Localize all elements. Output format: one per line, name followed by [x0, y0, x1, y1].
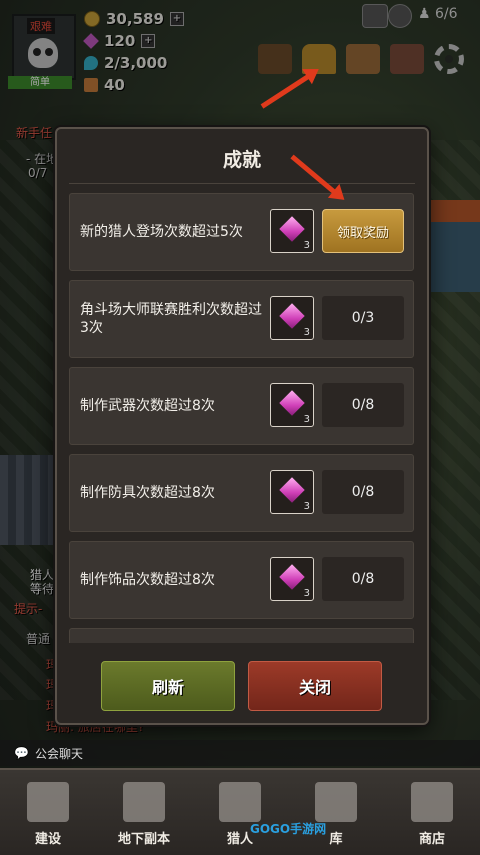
achievement-row: 制作饰品次数超过8次 3 0/8 — [69, 541, 414, 619]
gem-icon — [279, 216, 305, 242]
hunter-icon — [219, 782, 261, 822]
gem-icon — [279, 303, 305, 329]
warehouse-icon — [315, 782, 357, 822]
achievement-row-partial — [69, 628, 414, 643]
shop-icon — [411, 782, 453, 822]
achievement-label: 制作饰品次数超过8次 — [80, 572, 215, 588]
achievement-label: 制作防具次数超过8次 — [80, 485, 215, 501]
guild-chat-bar[interactable]: 💬 公会聊天 — [0, 740, 480, 766]
reward-slot[interactable]: 3 — [270, 296, 314, 340]
reward-slot[interactable]: 3 — [270, 209, 314, 253]
achievement-label: 角斗场大师联赛胜利次数超过3次 — [80, 302, 262, 336]
achievement-progress: 0/8 — [322, 470, 404, 514]
achievement-row: 制作武器次数超过8次 3 0/8 — [69, 367, 414, 445]
guild-chat-label: 公会聊天 — [34, 746, 83, 761]
watermark: GOGO手游网 — [250, 822, 327, 836]
dialog-title: 成就 — [222, 149, 261, 171]
nav-warehouse[interactable]: 库 — [288, 770, 384, 855]
gem-icon — [279, 564, 305, 590]
achievement-label: 新的猎人登场次数超过5次 — [80, 224, 243, 240]
achievement-row: 角斗场大师联赛胜利次数超过3次 3 0/3 — [69, 280, 414, 358]
nav-hunters[interactable]: 猎人 — [192, 770, 288, 855]
reward-slot[interactable]: 3 — [270, 383, 314, 427]
gem-icon — [279, 477, 305, 503]
dungeon-gate-icon — [123, 782, 165, 822]
close-button[interactable]: 关闭 — [248, 661, 382, 711]
achievement-label: 制作武器次数超过8次 — [80, 398, 215, 414]
achievement-row: 制作防具次数超过8次 3 0/8 — [69, 454, 414, 532]
chat-bubble-icon: 💬 — [14, 746, 29, 760]
gem-icon — [279, 390, 305, 416]
bottom-nav: 建设 地下副本 猎人 库 商店 — [0, 768, 480, 855]
refresh-button[interactable]: 刷新 — [101, 661, 235, 711]
nav-dungeon[interactable]: 地下副本 — [96, 770, 192, 855]
achievement-progress: 0/8 — [322, 383, 404, 427]
nav-shop[interactable]: 商店 — [384, 770, 480, 855]
hammer-icon — [27, 782, 69, 822]
achievement-list[interactable]: 新的猎人登场次数超过5次 3 领取奖励 角斗场大师联赛胜利次数超过3次 3 0/… — [69, 193, 414, 643]
reward-slot[interactable]: 3 — [270, 470, 314, 514]
reward-slot[interactable]: 3 — [270, 557, 314, 601]
achievement-progress: 0/3 — [322, 296, 404, 340]
claim-reward-button[interactable]: 领取奖励 — [322, 209, 404, 253]
achievement-dialog: 成就 新的猎人登场次数超过5次 3 领取奖励 角斗场大师联赛胜利次数超过3次 3… — [55, 127, 429, 725]
achievement-row: 新的猎人登场次数超过5次 3 领取奖励 — [69, 193, 414, 271]
divider — [69, 183, 415, 184]
nav-build[interactable]: 建设 — [0, 770, 96, 855]
achievement-progress: 0/8 — [322, 557, 404, 601]
